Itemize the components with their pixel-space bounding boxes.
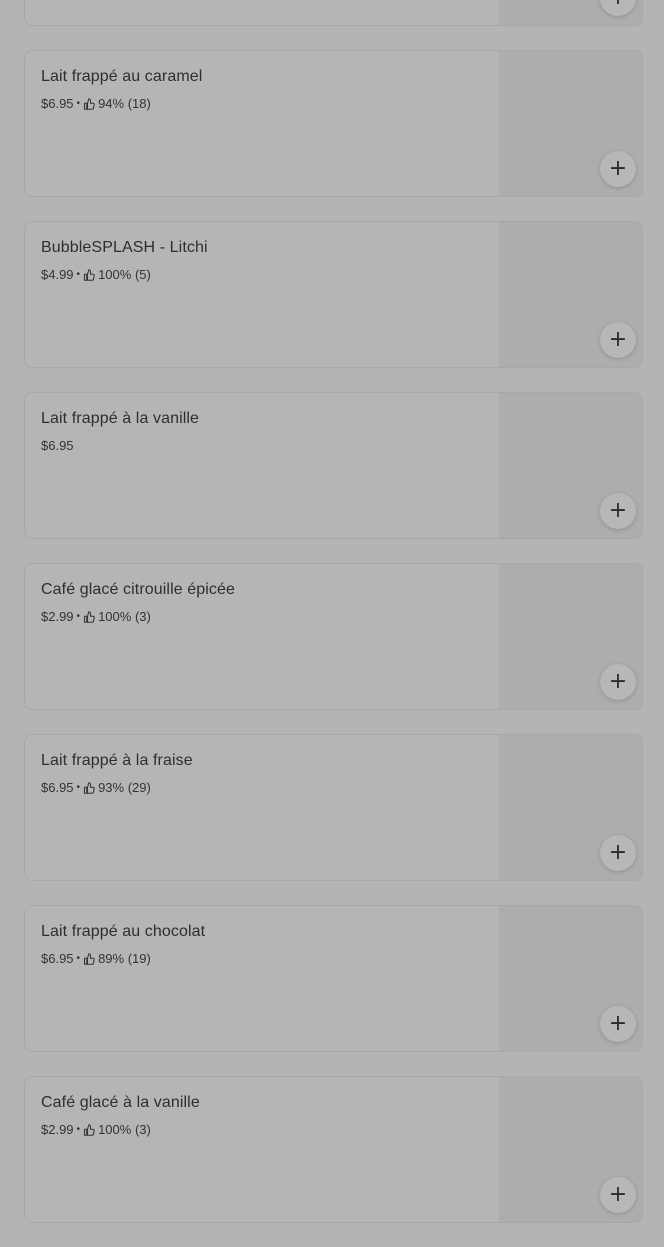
item-meta: $6.95 • 93% (29) — [41, 780, 151, 795]
thumbs-up-icon — [84, 268, 95, 281]
item-rating: 100% — [98, 267, 132, 282]
item-meta: $6.95 • 94% (18) — [41, 96, 151, 111]
item-rating: 94% — [98, 96, 125, 111]
item-rating: 89% — [98, 951, 125, 966]
item-name: Lait frappé à la vanille — [41, 410, 200, 427]
item-meta: $2.99 • 100% (3) — [41, 1122, 151, 1137]
item-rating: 100% — [98, 1122, 132, 1137]
item-meta: $2.99 • 100% (3) — [41, 609, 151, 624]
meta-separator: • — [76, 611, 81, 622]
plus-icon: + — [609, 0, 627, 9]
plus-icon: + — [608, 327, 628, 352]
item-review-count: (18) — [127, 96, 151, 111]
plus-icon: + — [608, 1182, 628, 1207]
menu-item-card[interactable]: Lait frappé à la fraise $6.95 • 93% (29)… — [24, 734, 643, 881]
menu-item-card[interactable]: Lait frappé au chocolat $6.95 • 89% (19)… — [24, 905, 643, 1052]
item-price: $2.99 — [41, 1122, 74, 1137]
thumbs-up-icon — [84, 610, 95, 623]
thumbs-up-icon — [84, 952, 95, 965]
menu-item-card[interactable]: Café glacé à la vanille $2.99 • 100% (3)… — [24, 1076, 643, 1223]
item-review-count: (19) — [127, 951, 151, 966]
menu-item-card[interactable]: BubbleSPLASH - Litchi $4.99 • 100% (5) + — [24, 221, 643, 368]
plus-icon: + — [608, 498, 628, 523]
add-to-cart-button[interactable]: + — [600, 835, 636, 871]
item-rating: 93% — [98, 780, 125, 795]
menu-item-card[interactable]: Lait frappé au caramel $6.95 • 94% (18) … — [24, 50, 643, 197]
add-to-cart-button[interactable]: + — [600, 322, 636, 358]
item-name: Lait frappé au caramel — [41, 68, 203, 85]
item-price: $2.99 — [41, 609, 74, 624]
thumbs-up-icon — [84, 1123, 95, 1136]
plus-icon: + — [608, 1011, 628, 1036]
item-review-count: (5) — [134, 267, 151, 282]
add-to-cart-button[interactable]: + — [600, 493, 636, 529]
add-to-cart-button[interactable]: + — [600, 664, 636, 700]
item-name: Lait frappé au chocolat — [41, 923, 206, 940]
item-price: $6.95 — [41, 438, 74, 453]
thumbs-up-icon — [84, 97, 95, 110]
add-to-cart-button[interactable]: + — [600, 1177, 636, 1213]
item-price: $6.95 — [41, 780, 74, 795]
menu-item-card[interactable]: + — [24, 0, 643, 26]
plus-icon: + — [608, 156, 628, 181]
thumbs-up-icon — [84, 781, 95, 794]
add-to-cart-button[interactable]: + — [600, 151, 636, 187]
plus-icon: + — [608, 840, 628, 865]
item-price: $4.99 — [41, 267, 74, 282]
item-price: $6.95 — [41, 951, 74, 966]
add-to-cart-button[interactable]: + — [600, 1006, 636, 1042]
menu-item-card[interactable]: Café glacé citrouille épicée $2.99 • 100… — [24, 563, 643, 710]
item-review-count: (3) — [134, 609, 151, 624]
meta-separator: • — [76, 269, 81, 280]
meta-separator: • — [76, 98, 81, 109]
meta-separator: • — [76, 1124, 81, 1135]
item-meta: $6.95 — [41, 438, 74, 453]
item-meta: $4.99 • 100% (5) — [41, 267, 151, 282]
item-review-count: (3) — [134, 1122, 151, 1137]
item-rating: 100% — [98, 609, 132, 624]
item-meta: $6.95 • 89% (19) — [41, 951, 151, 966]
item-name: BubbleSPLASH - Litchi — [41, 239, 208, 256]
menu-item-list: + Lait frappé au caramel $6.95 • 94% (18… — [0, 0, 664, 1247]
item-name: Lait frappé à la fraise — [41, 752, 193, 769]
plus-icon: + — [608, 669, 628, 694]
menu-item-card[interactable]: Lait frappé à la vanille $6.95 + — [24, 392, 643, 539]
item-review-count: (29) — [127, 780, 151, 795]
item-price: $6.95 — [41, 96, 74, 111]
item-name: Café glacé citrouille épicée — [41, 581, 236, 598]
item-name: Café glacé à la vanille — [41, 1094, 200, 1111]
meta-separator: • — [76, 953, 81, 964]
meta-separator: • — [76, 782, 81, 793]
